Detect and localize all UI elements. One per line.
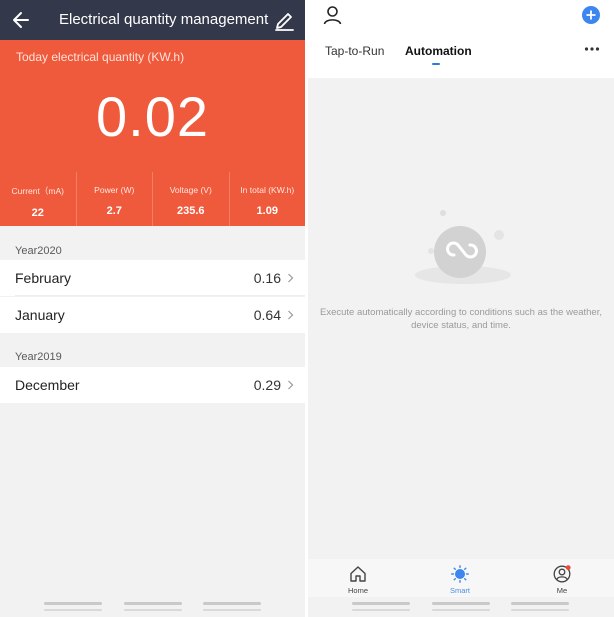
month-row-december[interactable]: December 0.29 xyxy=(0,367,305,403)
month-value: 0.64 xyxy=(253,307,281,323)
home-icon xyxy=(350,566,366,582)
today-label: Today electrical quantity (KW.h) xyxy=(16,50,185,64)
nav-handle xyxy=(432,602,490,605)
stat-label: Voltage (V) xyxy=(169,185,212,195)
nav-handle xyxy=(124,602,182,605)
nav-handle xyxy=(44,609,102,611)
sun-icon xyxy=(451,565,469,583)
add-icon[interactable] xyxy=(582,6,600,24)
nav-handle xyxy=(511,602,569,605)
tab-label: Home xyxy=(347,586,368,595)
user-icon[interactable] xyxy=(323,5,342,25)
nav-handle xyxy=(432,609,490,611)
system-nav-bar xyxy=(0,597,305,617)
month-row-february[interactable]: February 0.16 xyxy=(0,260,305,296)
stat-label: In total (KW.h) xyxy=(240,185,295,195)
today-value: 0.02 xyxy=(96,85,209,148)
page-title: Electrical quantity management xyxy=(59,11,269,28)
active-tab-indicator xyxy=(432,63,440,65)
chevron-right-icon xyxy=(288,380,294,390)
nav-handle xyxy=(203,609,261,611)
stat-voltage: Voltage (V) 235.6 xyxy=(152,172,229,226)
stat-value: 1.09 xyxy=(256,205,278,217)
nav-handle xyxy=(511,609,569,611)
month-value: 0.16 xyxy=(253,270,281,286)
nav-handle xyxy=(44,602,102,605)
more-icon[interactable] xyxy=(584,46,600,52)
empty-state-message: Execute automatically according to condi… xyxy=(320,307,602,331)
month-row-january[interactable]: January 0.64 xyxy=(0,297,305,333)
stat-label: Power (W) xyxy=(94,185,135,195)
profile-icon xyxy=(553,565,571,583)
tab-me[interactable]: Me xyxy=(532,559,592,597)
system-nav-bar xyxy=(308,597,614,617)
stat-value: 22 xyxy=(31,207,44,219)
chevron-right-icon xyxy=(288,273,294,283)
stat-power: Power (W) 2.7 xyxy=(75,172,153,226)
today-summary-card: Today electrical quantity (KW.h) 0.02 Cu… xyxy=(0,40,305,226)
stat-current: Current（mA) 22 xyxy=(0,172,76,226)
nav-handle xyxy=(352,602,410,605)
month-label: February xyxy=(15,270,72,286)
stats-row: Current（mA) 22 Power (W) 2.7 Voltage (V)… xyxy=(0,172,305,226)
nav-handle xyxy=(203,602,261,605)
year-header: Year2020 xyxy=(15,245,62,257)
stat-label: Current（mA) xyxy=(11,186,64,196)
stat-value: 235.6 xyxy=(176,205,205,217)
tab-home[interactable]: Home xyxy=(328,559,388,597)
tab-smart[interactable]: Smart xyxy=(430,559,490,597)
top-app-bar: Electrical quantity management xyxy=(0,0,305,40)
tab-label: Smart xyxy=(449,586,470,595)
month-value: 0.29 xyxy=(253,377,281,393)
year-header: Year2019 xyxy=(15,351,62,363)
arrow-left-icon[interactable] xyxy=(12,10,30,30)
stat-value: 2.7 xyxy=(106,205,122,217)
bottom-tab-bar: Home Smart Me xyxy=(308,559,614,597)
automation-empty-icon xyxy=(415,210,511,284)
nav-handle xyxy=(124,609,182,611)
smart-automation-screen: Tap-to-Run Automation Execute automatica… xyxy=(308,0,614,617)
tab-tap-to-run[interactable]: Tap-to-Run xyxy=(325,44,384,58)
month-label: December xyxy=(15,377,80,393)
tab-automation[interactable]: Automation xyxy=(405,44,472,58)
tab-label: Me xyxy=(556,586,568,595)
stat-total: In total (KW.h) 1.09 xyxy=(228,172,306,226)
electrical-quantity-screen: Electrical quantity management Today ele… xyxy=(0,0,305,617)
nav-handle xyxy=(352,609,410,611)
month-label: January xyxy=(15,307,65,323)
pencil-icon[interactable] xyxy=(273,9,295,31)
chevron-right-icon xyxy=(288,310,294,320)
top-bar: Tap-to-Run Automation xyxy=(308,0,614,78)
